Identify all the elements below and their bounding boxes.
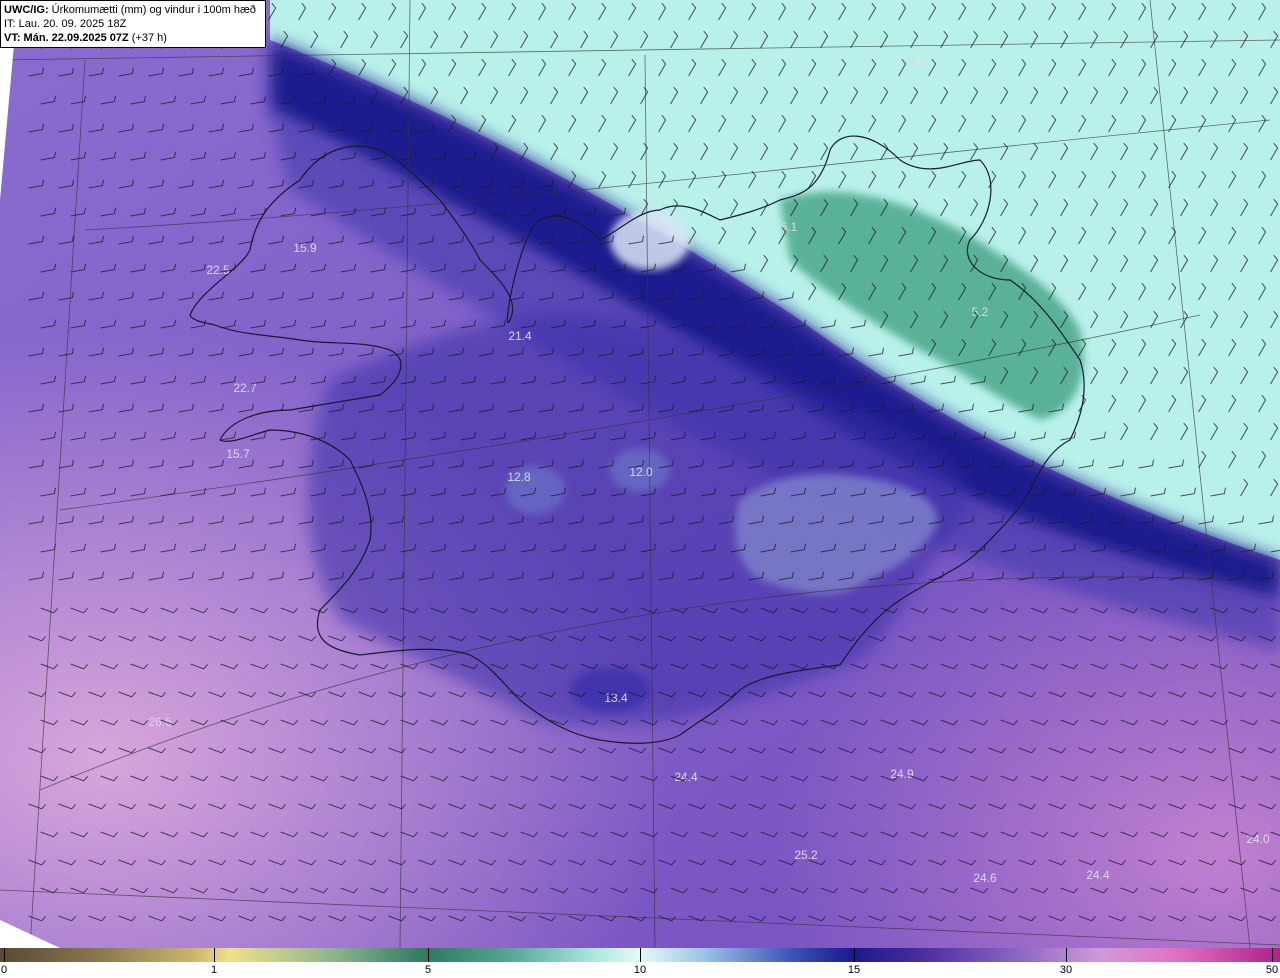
precip-value-label: 26.6 bbox=[148, 715, 172, 729]
precip-value-label: 12.8 bbox=[507, 470, 531, 484]
precip-value-label: 24.4 bbox=[674, 770, 698, 784]
precip-value-label: 24.9 bbox=[890, 767, 914, 781]
precip-value-label: 13.4 bbox=[604, 691, 628, 705]
valid-time-line: VT: Mán. 22.09.2025 07Z (+37 h) bbox=[4, 31, 262, 45]
colorbar-tick-mark bbox=[1066, 948, 1067, 962]
precip-value-label: 16.8 bbox=[904, 55, 928, 69]
forecast-lead: (+37 h) bbox=[128, 32, 167, 44]
colorbar-tick-mark bbox=[640, 948, 641, 962]
valid-time: VT: Mán. 22.09.2025 07Z bbox=[4, 32, 129, 44]
colorbar-tick-label: 15 bbox=[847, 964, 861, 976]
north-light-patch bbox=[610, 210, 690, 270]
precip-value-label: 24.4 bbox=[1086, 868, 1110, 882]
colorbar-tick-mark bbox=[854, 948, 855, 962]
map-title-line: UWC/IG: Úrkomumætti (mm) og vindur i 100… bbox=[4, 3, 262, 17]
weather-map: 15.922.521.422.715.712.8 12.06.15.216.813… bbox=[0, 0, 1280, 948]
map-info-box: UWC/IG: Úrkomumætti (mm) og vindur i 100… bbox=[0, 0, 266, 48]
colorbar-tick-mark bbox=[4, 948, 5, 962]
colorbar-tick-mark bbox=[428, 948, 429, 962]
colorbar-tick-label: 5 bbox=[424, 964, 432, 976]
colorbar-tick-label: 10 bbox=[633, 964, 647, 976]
precip-value-label: 15.7 bbox=[226, 447, 250, 461]
model-label: UWC/IG: bbox=[4, 4, 49, 16]
precip-value-label: 25.2 bbox=[794, 848, 818, 862]
colorbar-tick-label: 30 bbox=[1059, 964, 1073, 976]
colorbar-tick-mark bbox=[214, 948, 215, 962]
colorbar-tick-label: 50 bbox=[1265, 964, 1279, 976]
colorbar-tick-label: 1 bbox=[210, 964, 218, 976]
initial-time: IT: Lau. 20. 09. 2025 18Z bbox=[4, 18, 127, 30]
colorbar-tick-label: 0 bbox=[0, 964, 8, 976]
precip-value-label: 24.6 bbox=[973, 871, 997, 885]
colorbar-tick-mark bbox=[1272, 948, 1273, 962]
precip-value-label: 6.1 bbox=[781, 220, 798, 234]
precip-value-label: 21.4 bbox=[508, 329, 532, 343]
map-title: Úrkomumætti (mm) og vindur i 100m hæð bbox=[51, 4, 256, 16]
precip-value-label: 24.0 bbox=[1246, 832, 1270, 846]
precip-value-label: 22.5 bbox=[206, 263, 230, 277]
